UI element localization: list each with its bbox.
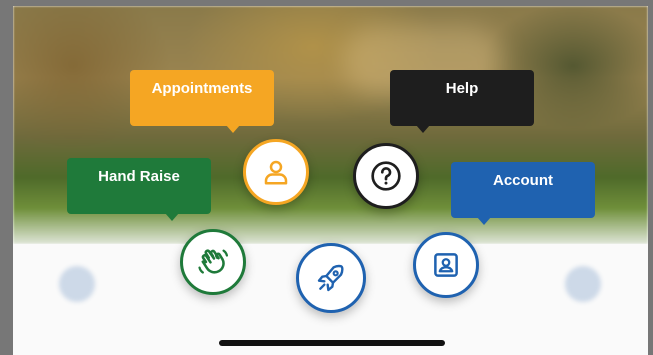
- appointments-tooltip-label: Appointments: [151, 80, 253, 97]
- blurred-nav-icon: [565, 266, 601, 302]
- blurred-nav-icon: [59, 266, 95, 302]
- app-screen: Appointments Help Hand Raise Account: [13, 6, 648, 355]
- appointments-button[interactable]: [243, 139, 309, 205]
- help-tooltip-label: Help: [445, 80, 479, 97]
- account-tooltip-label: Account: [493, 172, 553, 189]
- hand-raise-tooltip-label: Hand Raise: [98, 168, 180, 185]
- account-tooltip: Account: [451, 162, 595, 225]
- home-indicator[interactable]: [219, 340, 445, 346]
- rocket-icon: [317, 264, 344, 292]
- help-button[interactable]: [353, 143, 419, 209]
- help-tooltip: Help: [390, 70, 534, 133]
- hand-raise-button[interactable]: [180, 229, 246, 295]
- appointments-tooltip: Appointments: [130, 70, 274, 133]
- hand-raise-tooltip: Hand Raise: [67, 158, 211, 221]
- main-menu-button[interactable]: [296, 243, 366, 313]
- person-icon: [264, 160, 288, 185]
- contact-card-icon: [434, 253, 458, 277]
- waving-hand-icon: [198, 249, 229, 274]
- account-button[interactable]: [413, 232, 479, 298]
- device-frame: Appointments Help Hand Raise Account: [0, 0, 653, 355]
- question-icon: [371, 161, 401, 191]
